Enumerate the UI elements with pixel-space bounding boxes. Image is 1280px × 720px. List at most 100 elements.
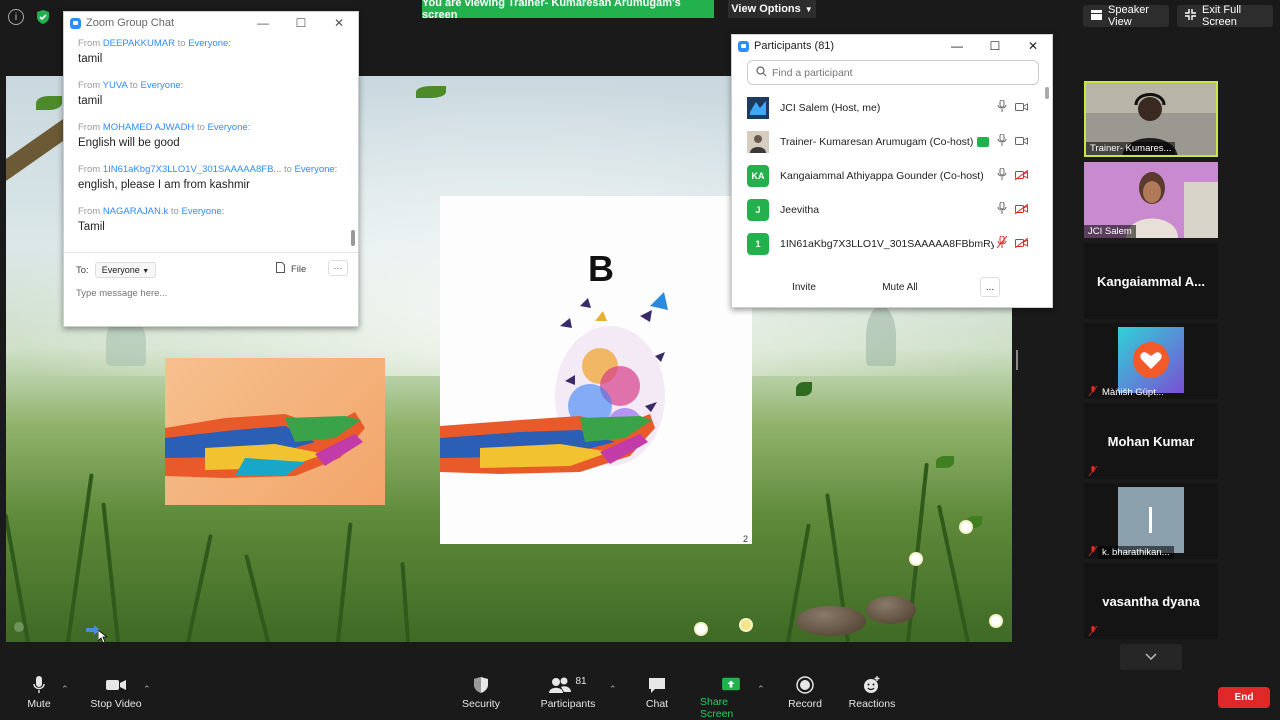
participants-options-caret[interactable]: ⌃ xyxy=(609,684,617,695)
stop-video-button[interactable]: Stop Video xyxy=(88,676,144,720)
shield-icon[interactable] xyxy=(35,9,51,30)
video-tile[interactable]: vasantha dyana xyxy=(1084,563,1218,639)
participants-scrollbar[interactable] xyxy=(1045,87,1049,99)
participant-avatar xyxy=(747,97,769,119)
maximize-icon[interactable]: ☐ xyxy=(282,12,320,34)
speaker-view-button[interactable]: Speaker View xyxy=(1083,4,1169,28)
chevron-down-icon: ▼ xyxy=(804,4,813,14)
close-icon[interactable]: ✕ xyxy=(1014,35,1052,57)
sender-name[interactable]: NAGARAJAN.k xyxy=(103,206,168,217)
end-meeting-button[interactable]: End xyxy=(1218,687,1270,708)
message-text: Tamil xyxy=(78,221,105,233)
participant-row[interactable]: Trainer- Kumaresan Arumugam (Co-host) xyxy=(732,125,1046,159)
video-camera-icon[interactable] xyxy=(1015,99,1028,117)
info-icon[interactable]: i xyxy=(8,9,24,25)
recipient-name[interactable]: Everyone: xyxy=(295,164,338,175)
sender-name[interactable]: DEEPAKKUMAR xyxy=(103,38,175,49)
message-text: tamil xyxy=(78,95,103,107)
flower-shape xyxy=(741,620,751,630)
recipient-name[interactable]: Everyone: xyxy=(188,38,231,49)
invite-button[interactable]: Invite xyxy=(782,277,826,297)
microphone-icon[interactable] xyxy=(997,201,1007,219)
profile-picture xyxy=(1118,327,1184,393)
video-tile[interactable]: Màňišh Güpt... xyxy=(1084,323,1218,399)
participant-list[interactable]: JCI Salem (Host, me) Trainer- Kumaresan … xyxy=(732,91,1046,263)
from-label: From xyxy=(78,206,101,217)
leaf-shape xyxy=(416,86,446,98)
sender-name[interactable]: MOHAMED AJWADH xyxy=(103,122,194,133)
slide-page: B 2 xyxy=(440,196,752,544)
exit-full-screen-label: Exit Full Screen xyxy=(1202,4,1242,28)
from-label: From xyxy=(78,80,101,91)
participant-search[interactable] xyxy=(747,60,1039,85)
flower-shape xyxy=(961,522,971,532)
participant-row[interactable]: JCI Salem (Host, me) xyxy=(732,91,1046,125)
mute-all-button[interactable]: Mute All xyxy=(872,277,928,297)
close-icon[interactable]: ✕ xyxy=(320,12,358,34)
microphone-icon[interactable] xyxy=(997,133,1007,151)
share-options-caret[interactable]: ⌃ xyxy=(757,684,765,695)
minimize-icon[interactable]: — xyxy=(938,35,976,57)
participants-more-button[interactable]: ... xyxy=(980,277,1000,297)
video-options-caret[interactable]: ⌃ xyxy=(143,684,151,695)
video-off-icon[interactable] xyxy=(1014,201,1029,219)
splitter-handle[interactable] xyxy=(1016,350,1018,370)
video-tile[interactable]: Mohan Kumar xyxy=(1084,403,1218,479)
share-screen-button[interactable]: Share Screen xyxy=(700,676,762,720)
mic-muted-icon[interactable] xyxy=(996,235,1008,253)
chat-message-input[interactable] xyxy=(76,285,346,301)
exit-full-screen-button[interactable]: Exit Full Screen xyxy=(1177,4,1273,28)
minimize-icon[interactable]: — xyxy=(244,12,282,34)
video-tile[interactable]: k. bharathikan... xyxy=(1084,483,1218,559)
mic-muted-icon xyxy=(1088,386,1098,396)
recipient-value: Everyone xyxy=(101,265,140,275)
file-button[interactable]: File xyxy=(276,262,306,276)
record-label: Record xyxy=(788,698,822,710)
mic-muted-icon xyxy=(1088,466,1098,476)
video-tile[interactable]: Trainer- Kumares... xyxy=(1084,81,1218,157)
microphone-icon[interactable] xyxy=(997,167,1007,185)
recipient-name[interactable]: Everyone: xyxy=(141,80,184,91)
chat-message-list[interactable]: From DEEPAKKUMAR to Everyone: tamil From… xyxy=(64,34,352,252)
record-button[interactable]: Record xyxy=(786,676,824,720)
video-tile[interactable]: Kangaiammal A... xyxy=(1084,243,1218,319)
grass-blade xyxy=(66,473,94,642)
message-header: From YUVA to Everyone: xyxy=(78,80,338,91)
stop-video-label: Stop Video xyxy=(90,698,142,710)
sender-name[interactable]: YUVA xyxy=(103,80,128,91)
chevron-down-icon: ▼ xyxy=(142,268,150,275)
chat-scrollbar[interactable] xyxy=(351,230,355,246)
flower-shape xyxy=(696,624,706,634)
microphone-icon[interactable] xyxy=(997,99,1007,117)
participant-search-input[interactable] xyxy=(772,66,1022,79)
chat-button[interactable]: Chat xyxy=(640,676,674,720)
gallery-scroll-down-button[interactable] xyxy=(1120,644,1182,670)
participant-row[interactable]: 1 1IN61aKbg7X3LLO1V_301SAAAAA8FBbmRy... xyxy=(732,227,1046,261)
participants-button[interactable]: 81 Participants xyxy=(538,676,598,720)
video-off-icon[interactable] xyxy=(1014,235,1029,253)
recipient-select[interactable]: Everyone ▼ xyxy=(94,262,157,278)
recipient-name[interactable]: Everyone: xyxy=(182,206,225,217)
mute-button[interactable]: Mute xyxy=(22,676,56,720)
grass-blade xyxy=(186,533,213,642)
prev-slide-icon[interactable] xyxy=(14,622,24,632)
mute-options-caret[interactable]: ⌃ xyxy=(61,684,69,695)
sender-name[interactable]: 1IN61aKbg7X3LLO1V_301SAAAAA8FB... xyxy=(103,164,282,175)
video-off-icon[interactable] xyxy=(1014,167,1029,185)
video-tile[interactable]: JCI Salem xyxy=(1084,162,1218,238)
view-options-button[interactable]: View Options ▼ xyxy=(728,0,816,18)
video-camera-icon[interactable] xyxy=(1015,133,1028,151)
security-button[interactable]: Security xyxy=(458,676,504,720)
reactions-button[interactable]: Reactions xyxy=(848,676,896,720)
participant-row[interactable]: J Jeevitha xyxy=(732,193,1046,227)
more-options-button[interactable]: ··· xyxy=(328,260,348,276)
mute-label: Mute xyxy=(27,698,51,710)
slide-letter: B xyxy=(588,248,614,289)
profile-picture xyxy=(1118,487,1184,553)
recipient-name[interactable]: Everyone: xyxy=(208,122,251,133)
participant-row[interactable]: KA Kangaiammal Athiyappa Gounder (Co-hos… xyxy=(732,159,1046,193)
recipient-row: To: Everyone ▼ xyxy=(76,262,157,278)
chat-title: Zoom Group Chat xyxy=(86,17,175,29)
leaf-shape xyxy=(796,382,812,396)
maximize-icon[interactable]: ☐ xyxy=(976,35,1014,57)
